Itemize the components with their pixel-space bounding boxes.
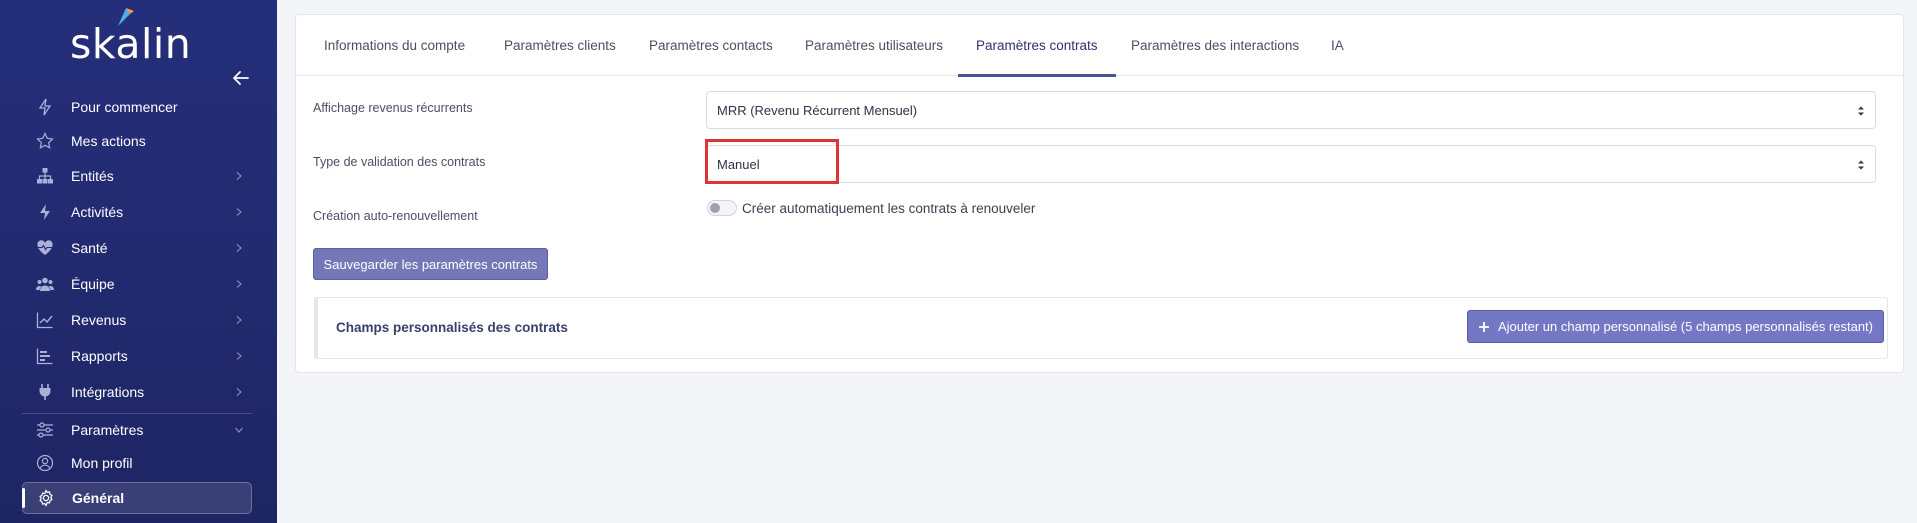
tab-parametres-contrats[interactable]: Paramètres contrats [958,15,1116,77]
bolt-icon [40,204,50,220]
sidebar-item-entites[interactable]: Entités [22,161,252,191]
plug-icon [39,384,51,400]
chevron-right-icon [236,244,242,252]
active-indicator [22,488,25,508]
sidebar-item-label: Revenus [71,312,127,328]
add-custom-field-label: Ajouter un champ personnalisé (5 champs … [1497,319,1874,334]
chevron-right-icon [236,352,242,360]
hierarchy-icon [37,168,53,184]
tab-parametres-contacts[interactable]: Paramètres contacts [649,15,773,76]
chevron-right-icon [236,280,242,288]
settings-tabs: Informations du compte Paramètres client… [296,15,1903,77]
sidebar-item-general[interactable]: Général [22,482,252,514]
tab-parametres-utilisateurs[interactable]: Paramètres utilisateurs [805,15,943,76]
sidebar-item-pour-commencer[interactable]: Pour commencer [22,92,252,122]
sidebar-item-label: Intégrations [71,384,145,400]
sliders-icon [37,421,53,438]
users-icon [36,277,54,291]
validation-type-label: Type de validation des contrats [313,155,486,169]
recurring-revenue-value: MRR (Revenu Récurrent Mensuel) [717,102,918,118]
collapse-sidebar-icon[interactable] [229,66,253,90]
sidebar: skalin Pour commencer Mes actions Entité… [0,0,277,523]
user-circle-icon [36,454,54,472]
auto-renew-toggle[interactable] [707,200,737,216]
validation-type-select[interactable]: Manuel [706,145,1876,183]
sidebar-item-parametres[interactable]: Paramètres [22,413,252,445]
sidebar-item-label: Rapports [71,348,128,364]
sidebar-item-revenus[interactable]: Revenus [22,305,252,335]
tab-parametres-clients[interactable]: Paramètres clients [504,15,616,76]
recurring-revenue-select[interactable]: MRR (Revenu Récurrent Mensuel) [706,91,1876,129]
bar-chart-icon [36,348,53,365]
logo-text: skalin [70,20,192,68]
custom-fields-title: Champs personnalisés des contrats [336,320,568,335]
sidebar-item-equipe[interactable]: Équipe [22,269,252,299]
save-contract-settings-button[interactable]: Sauvegarder les paramètres contrats [313,248,548,280]
sidebar-item-label: Général [72,490,125,506]
sidebar-item-label: Mon profil [71,455,133,471]
line-chart-icon [36,312,53,329]
select-arrows-icon [1858,160,1864,170]
star-icon [36,132,54,149]
sidebar-item-label: Mes actions [71,133,146,149]
tab-informations-compte[interactable]: Informations du compte [324,15,465,76]
chevron-down-icon [235,427,243,433]
select-arrows-icon [1858,106,1864,116]
heartbeat-icon [37,240,53,255]
sidebar-item-sante[interactable]: Santé [22,233,252,263]
auto-renew-label: Création auto-renouvellement [313,209,478,223]
custom-fields-panel: Champs personnalisés des contrats Ajoute… [314,297,1888,359]
sidebar-item-integrations[interactable]: Intégrations [22,377,252,407]
sidebar-item-label: Entités [71,168,114,184]
sidebar-item-label: Pour commencer [71,99,178,115]
sidebar-item-rapports[interactable]: Rapports [22,341,252,371]
auto-renew-toggle-label: Créer automatiquement les contrats à ren… [742,201,1036,216]
chevron-right-icon [236,172,242,180]
sidebar-item-label: Activités [71,204,124,220]
add-custom-field-button[interactable]: Ajouter un champ personnalisé (5 champs … [1467,310,1884,343]
tab-parametres-interactions[interactable]: Paramètres des interactions [1131,15,1299,76]
sidebar-item-label: Équipe [71,276,115,292]
validation-type-value: Manuel [717,156,760,172]
bolt-outline-icon [38,98,52,116]
sidebar-item-label: Paramètres [71,421,144,438]
plus-icon [1478,321,1489,332]
chevron-right-icon [236,208,242,216]
settings-card: Informations du compte Paramètres client… [295,14,1904,373]
sidebar-item-label: Santé [71,240,108,256]
tab-ia[interactable]: IA [1331,15,1344,76]
chevron-right-icon [236,316,242,324]
skalin-logo[interactable]: skalin [70,8,200,68]
sidebar-item-activites[interactable]: Activités [22,197,252,227]
chevron-right-icon [236,388,242,396]
sidebar-item-mes-actions[interactable]: Mes actions [22,126,252,156]
sidebar-item-mon-profil[interactable]: Mon profil [22,448,252,478]
toggle-knob [710,203,720,213]
recurring-revenue-label: Affichage revenus récurrents [313,101,473,115]
gear-icon [39,489,53,507]
